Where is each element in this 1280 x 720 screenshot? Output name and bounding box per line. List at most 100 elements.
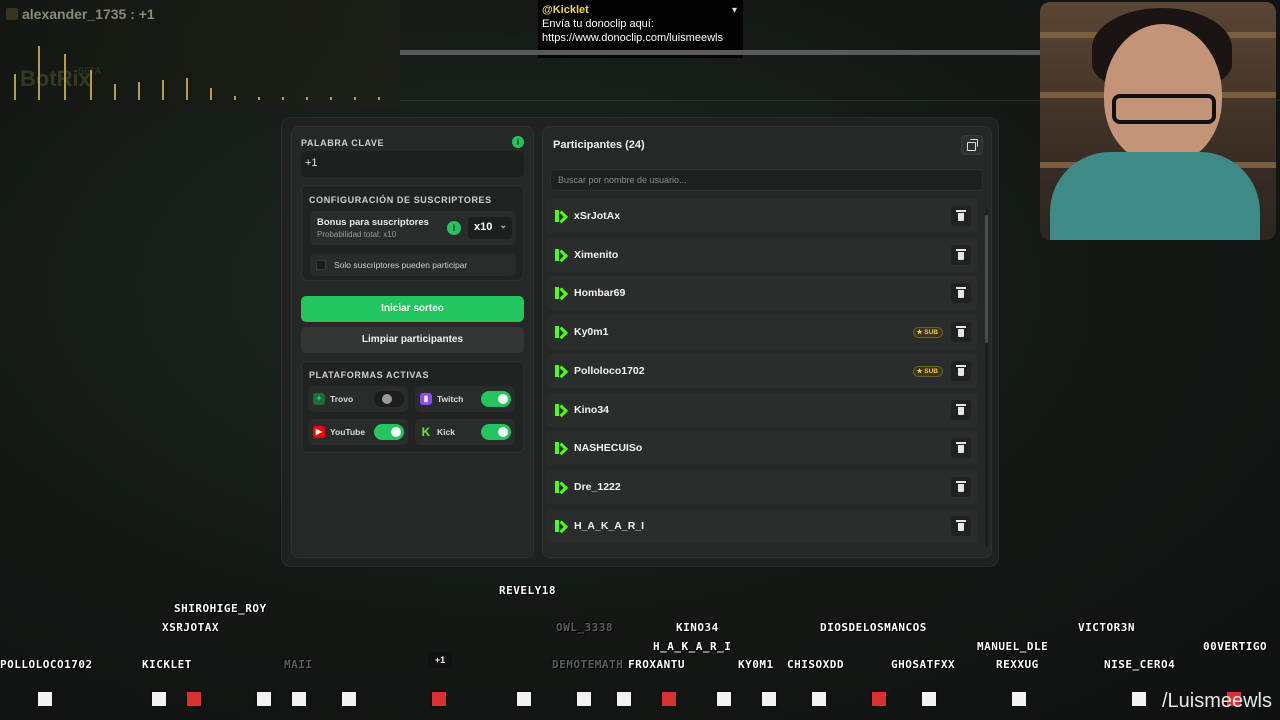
viewer-sprite — [430, 690, 448, 708]
multiplier-value: x10 — [474, 221, 493, 233]
visualizer-bar — [258, 97, 260, 100]
viewer-name: MAII — [284, 658, 313, 671]
viewer-sprite — [255, 690, 273, 708]
viewer-name: DIOSDELOSMANCOS — [820, 621, 927, 634]
viewer-sprite — [920, 690, 938, 708]
platform-name: Trovo — [330, 394, 354, 404]
sub-badge-label: SUB — [924, 367, 938, 375]
copy-list-button[interactable] — [961, 135, 983, 155]
participant-name: NASHECUISo — [574, 442, 643, 455]
chat-badge-icon — [6, 8, 18, 20]
kick-icon — [555, 480, 567, 493]
multiplier-select[interactable]: x10 ⌄ — [468, 217, 512, 239]
clear-participants-button[interactable]: Limpiar participantes — [301, 327, 524, 353]
keyword-input[interactable]: +1 — [301, 151, 524, 177]
twitch-icon: ▮ — [420, 393, 432, 405]
trash-icon[interactable] — [951, 360, 971, 381]
platform-name: Kick — [437, 427, 455, 437]
search-input[interactable]: Buscar por nombre de usuario... — [550, 169, 983, 191]
progress-bar — [400, 50, 1040, 55]
subscriber-config: CONFIGURACIÓN DE SUSCRIPTORES Bonus para… — [301, 185, 524, 281]
person-shirt — [1050, 152, 1260, 240]
trash-icon[interactable] — [951, 283, 971, 304]
youtube-icon: ▶ — [313, 426, 325, 438]
viewer-name: SHIROHIGE_ROY — [174, 602, 267, 615]
scrollbar-thumb[interactable] — [985, 215, 988, 343]
youtube-toggle[interactable] — [374, 424, 404, 440]
participant-row: xSrJotAx — [547, 199, 977, 233]
chat-message: alexander_1735 : +1 — [22, 6, 155, 22]
kick-icon — [555, 364, 567, 377]
settings-column: PALABRA CLAVE i +1 CONFIGURACIÓN DE SUSC… — [291, 126, 534, 558]
info-icon[interactable]: i — [512, 136, 524, 148]
trovo-toggle[interactable] — [374, 391, 404, 407]
viewer-sprite — [185, 690, 203, 708]
trash-icon[interactable] — [951, 515, 971, 536]
participant-row: Hombar69 — [547, 276, 977, 311]
viewer-name: H_A_K_A_R_I — [653, 640, 732, 653]
viewer-name: GHOSATFXX — [891, 658, 956, 671]
sub-badge: ★ SUB — [912, 327, 943, 339]
participant-list: xSrJotAx Ximenito Hombar69 Ky0m1 ★ SUB Pollol… — [547, 199, 977, 557]
participant-row: NASHECUISo — [547, 431, 977, 466]
visualizer-bar — [210, 88, 212, 100]
plus-one-chip: +1 — [428, 652, 452, 668]
twitch-toggle[interactable] — [481, 391, 511, 407]
raffle-panel: PALABRA CLAVE i +1 CONFIGURACIÓN DE SUSC… — [281, 117, 999, 567]
trash-icon[interactable] — [951, 399, 971, 420]
webcam-feed — [1040, 2, 1276, 240]
pin-icon: ▾ — [731, 5, 737, 16]
trash-icon[interactable] — [951, 438, 971, 459]
participant-name: Kino34 — [574, 403, 610, 416]
sub-badge-label: SUB — [924, 329, 938, 337]
viewer-name: OWL_3338 — [556, 621, 613, 634]
donoclip-line2: https://www.donoclip.com/luismeewls — [542, 32, 723, 44]
viewer-sprite — [575, 690, 593, 708]
chat-overlay: alexander_1735 : +1 BotRix BETA — [0, 0, 400, 108]
viewer-sprite — [760, 690, 778, 708]
list-scrollbar[interactable] — [985, 207, 988, 547]
viewer-name: VICTOR3N — [1078, 621, 1135, 634]
platform-name: Twitch — [437, 394, 464, 404]
viewer-name: KY0M1 — [738, 658, 774, 671]
participant-row: Ximenito — [547, 237, 977, 272]
bonus-info-icon[interactable]: i — [447, 221, 461, 235]
viewer-sprite — [36, 690, 54, 708]
participant-row: Polloloco1702 ★ SUB — [547, 353, 977, 388]
viewer-name: DEMOTEMATH — [552, 658, 624, 671]
donoclip-user: @Kicklet — [542, 4, 589, 16]
viewer-name: XSRJOTAX — [162, 621, 219, 634]
participant-row: H_A_K_A_R_I — [547, 508, 977, 543]
kick-icon — [555, 519, 567, 532]
chevron-down-icon: ⌄ — [499, 220, 507, 230]
viewer-sprite — [1130, 690, 1148, 708]
viewer-sprite — [515, 690, 533, 708]
viewer-name: NISE_CERO4 — [1104, 658, 1176, 671]
platform-kick: K Kick — [415, 419, 515, 445]
participants-column: Participantes (24) Buscar por nombre de … — [542, 126, 992, 558]
viewer-name: REXXUG — [996, 658, 1039, 671]
participant-name: H_A_K_A_R_I — [574, 519, 645, 532]
viewer-name: FROXANTU — [628, 658, 685, 671]
start-raffle-button[interactable]: Iniciar sorteo — [301, 296, 524, 322]
trash-icon[interactable] — [951, 322, 971, 343]
viewer-name: MANUEL_DLE — [977, 640, 1049, 653]
subs-only-checkbox[interactable] — [316, 260, 326, 270]
participant-name: Ximenito — [574, 248, 619, 261]
subs-only-checkbox-row[interactable]: Solo suscriptores pueden participar — [310, 254, 516, 276]
kick-toggle[interactable] — [481, 424, 511, 440]
kick-icon — [555, 248, 567, 261]
trash-icon[interactable] — [951, 476, 971, 497]
participant-name: Hombar69 — [574, 287, 626, 300]
viewer-name: 00VERTIGO — [1203, 640, 1268, 653]
trash-icon[interactable] — [951, 244, 971, 265]
sub-bonus-row: Bonus para suscriptores Probabilidad tot… — [310, 211, 516, 245]
visualizer-bar — [14, 74, 16, 100]
viewer-name: KICKLET — [142, 658, 192, 671]
trash-icon[interactable] — [951, 206, 971, 226]
participant-name: Polloloco1702 — [574, 364, 645, 377]
viewer-sprite — [715, 690, 733, 708]
kick-icon — [555, 210, 567, 222]
visualizer-bar — [330, 97, 332, 100]
keyword-label: PALABRA CLAVE — [301, 138, 385, 148]
